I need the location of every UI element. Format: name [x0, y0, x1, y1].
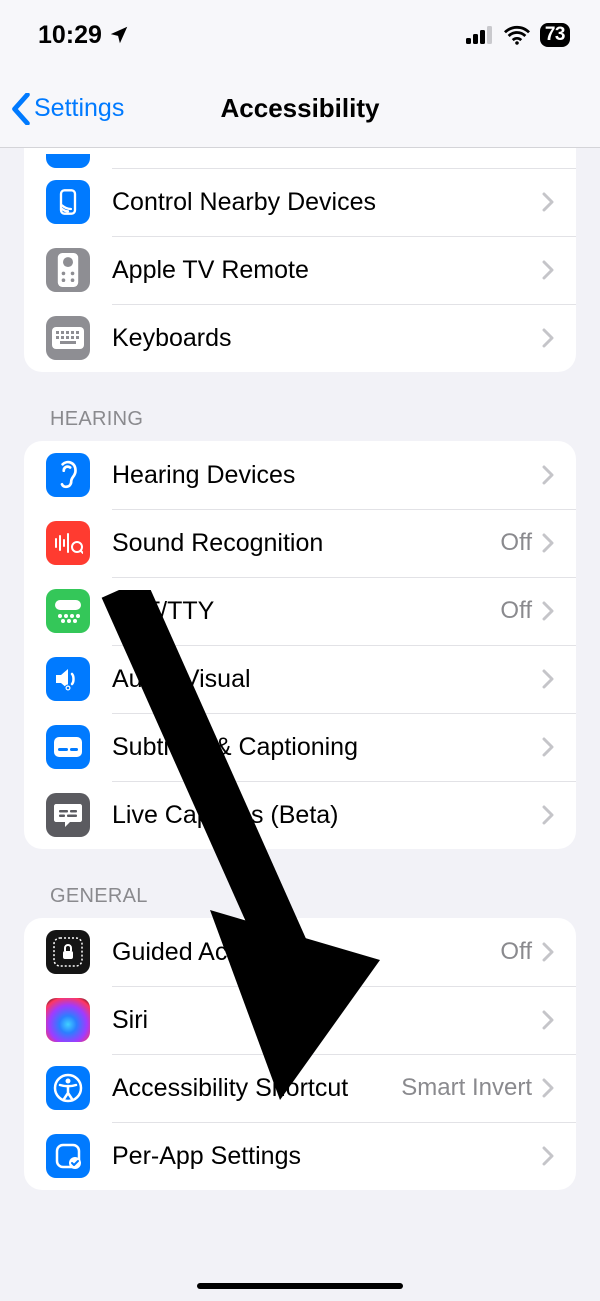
- row-label: Audio/Visual: [112, 665, 542, 694]
- lock-icon: [46, 930, 90, 974]
- chevron-right-icon: [542, 260, 554, 280]
- settings-row-live-captions[interactable]: Live Captions (Beta): [24, 781, 576, 849]
- sound-icon: [46, 521, 90, 565]
- chevron-right-icon: [542, 328, 554, 348]
- chevron-right-icon: [542, 601, 554, 621]
- back-button[interactable]: Settings: [10, 93, 124, 125]
- truncated-icon: [46, 154, 90, 168]
- wifi-icon: [504, 25, 530, 45]
- settings-row-audio-visual[interactable]: Audio/Visual: [24, 645, 576, 713]
- settings-row-subtitles[interactable]: Subtitles & Captioning: [24, 713, 576, 781]
- row-detail: Off: [500, 938, 532, 966]
- status-left: 10:29: [38, 21, 130, 50]
- row-label: Accessibility Shortcut: [112, 1074, 401, 1103]
- chevron-right-icon: [542, 669, 554, 689]
- settings-row-siri[interactable]: Siri: [24, 986, 576, 1054]
- chevron-right-icon: [542, 1078, 554, 1098]
- tty-icon: [46, 589, 90, 633]
- chevron-right-icon: [542, 737, 554, 757]
- back-label: Settings: [34, 94, 124, 123]
- settings-group-physical_cont: Control Nearby Devices Apple TV Remote Key…: [24, 148, 576, 372]
- settings-row-guided-access[interactable]: Guided AccessOff: [24, 918, 576, 986]
- row-label: Siri: [112, 1006, 542, 1035]
- row-label: Keyboards: [112, 324, 542, 353]
- status-right: 73: [466, 23, 570, 47]
- settings-group-general: Guided AccessOff Siri Accessibility Shortc…: [24, 918, 576, 1190]
- location-icon: [108, 24, 130, 46]
- chevron-left-icon: [10, 93, 32, 125]
- captions-icon: [46, 725, 90, 769]
- row-label: Live Captions (Beta): [112, 801, 542, 830]
- chevron-right-icon: [542, 533, 554, 553]
- status-bar: 10:29 73: [0, 0, 600, 70]
- section-header-hearing: HEARING: [0, 372, 600, 441]
- chevron-right-icon: [542, 942, 554, 962]
- battery-indicator: 73: [540, 23, 570, 47]
- row-label: Sound Recognition: [112, 529, 500, 558]
- row-detail: Off: [500, 529, 532, 557]
- remote-icon: [46, 248, 90, 292]
- settings-row-truncated: [24, 148, 576, 168]
- a11y-icon: [46, 1066, 90, 1110]
- row-label: Control Nearby Devices: [112, 188, 542, 217]
- row-label: Per-App Settings: [112, 1142, 542, 1171]
- section-header-general: GENERAL: [0, 849, 600, 918]
- ear-icon: [46, 453, 90, 497]
- settings-row-hearing-devices[interactable]: Hearing Devices: [24, 441, 576, 509]
- cellular-icon: [466, 26, 494, 44]
- row-label: Guided Access: [112, 938, 500, 967]
- settings-row-apple-tv-remote[interactable]: Apple TV Remote: [24, 236, 576, 304]
- settings-row-rtt-tty[interactable]: RTT/TTYOff: [24, 577, 576, 645]
- speaker-icon: [46, 657, 90, 701]
- chevron-right-icon: [542, 192, 554, 212]
- nav-header: Settings Accessibility: [0, 70, 600, 148]
- chevron-right-icon: [542, 1010, 554, 1030]
- settings-group-hearing: Hearing DevicesSound RecognitionOffRTT/T…: [24, 441, 576, 849]
- settings-row-per-app-settings[interactable]: Per-App Settings: [24, 1122, 576, 1190]
- nearby-icon: [46, 180, 90, 224]
- settings-row-sound-recognition[interactable]: Sound RecognitionOff: [24, 509, 576, 577]
- status-time: 10:29: [38, 21, 102, 50]
- row-label: Apple TV Remote: [112, 256, 542, 285]
- row-label: RTT/TTY: [112, 597, 500, 626]
- keyboard-icon: [46, 316, 90, 360]
- row-label: Hearing Devices: [112, 461, 542, 490]
- settings-row-control-nearby[interactable]: Control Nearby Devices: [24, 168, 576, 236]
- settings-row-keyboards[interactable]: Keyboards: [24, 304, 576, 372]
- settings-list[interactable]: Control Nearby Devices Apple TV Remote Key…: [0, 148, 600, 1230]
- row-detail: Smart Invert: [401, 1074, 532, 1102]
- siri-icon: [46, 998, 90, 1042]
- row-label: Subtitles & Captioning: [112, 733, 542, 762]
- chevron-right-icon: [542, 805, 554, 825]
- perapp-icon: [46, 1134, 90, 1178]
- chevron-right-icon: [542, 465, 554, 485]
- chevron-right-icon: [542, 1146, 554, 1166]
- row-detail: Off: [500, 597, 532, 625]
- livecap-icon: [46, 793, 90, 837]
- home-indicator[interactable]: [197, 1283, 403, 1289]
- settings-row-accessibility-shortcut[interactable]: Accessibility ShortcutSmart Invert: [24, 1054, 576, 1122]
